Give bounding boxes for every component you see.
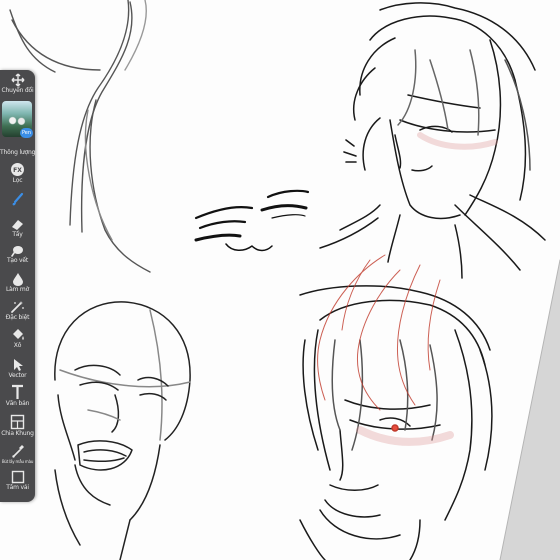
sketch-head-bottom-left: [54, 301, 191, 560]
svg-text:FX: FX: [13, 167, 22, 174]
tool-canvas[interactable]: Tấm vải: [0, 470, 35, 491]
eraser-icon: [12, 220, 23, 230]
tool-eraser-label: Tẩy: [12, 231, 23, 238]
tool-layer-flow-label: Thông lượng: [0, 149, 36, 156]
drawing-canvas[interactable]: [0, 0, 560, 560]
canvas-square-icon: [11, 470, 24, 484]
tool-text-label: Văn bản: [5, 400, 30, 407]
move-arrows-icon: [11, 73, 24, 87]
tool-special[interactable]: Đặc biệt: [0, 300, 35, 321]
sketch-head-bottom-right: [299, 285, 493, 560]
tool-eraser[interactable]: Tẩy: [0, 218, 35, 238]
tool-smudge-label: Tạo vết: [6, 257, 29, 264]
tool-blur[interactable]: Làm mờ: [0, 272, 35, 293]
tool-eyedropper[interactable]: Bút lấy mẫu màu: [0, 444, 35, 464]
text-t-icon: [12, 384, 23, 399]
tool-vector-label: Vector: [8, 372, 27, 379]
tool-special-label: Đặc biệt: [5, 314, 30, 321]
drawing-app-screen: Chuyển đổi Pen Thông lượng FX Lọc Tẩy Tạ…: [0, 0, 560, 560]
tool-transform-label: Chuyển đổi: [1, 87, 34, 94]
tool-fill[interactable]: Xô: [0, 328, 35, 349]
tool-frame-divider[interactable]: Chia Khung: [0, 414, 35, 437]
cursor-arrow-icon: [13, 359, 23, 371]
tool-fill-label: Xô: [13, 342, 22, 349]
tool-blur-label: Làm mờ: [5, 286, 30, 293]
sketch-eyes-doodle: [194, 189, 310, 252]
layer-thumbnail-image: [6, 115, 28, 129]
magic-wand-icon: [11, 301, 24, 313]
smudge-icon: [11, 246, 23, 257]
sketch-head-top-right: [319, 2, 546, 279]
tool-eyedropper-label: Bút lấy mẫu màu: [1, 459, 34, 464]
tool-filter-label: Lọc: [12, 177, 23, 184]
tool-layer-flow[interactable]: Thông lượng: [0, 149, 35, 156]
water-drop-icon: [12, 273, 23, 286]
layer-badge: Pen: [20, 128, 33, 138]
eyedropper-icon: [11, 445, 24, 458]
tool-frame-divider-label: Chia Khung: [1, 430, 34, 437]
brush-icon: [12, 192, 24, 206]
tool-vector[interactable]: Vector: [0, 358, 35, 379]
tool-transform[interactable]: Chuyển đổi: [0, 73, 35, 94]
tool-brush[interactable]: [0, 192, 35, 207]
tool-sidebar: Chuyển đổi Pen Thông lượng FX Lọc Tẩy Tạ…: [0, 70, 35, 502]
tool-text[interactable]: Văn bản: [0, 384, 35, 407]
tool-canvas-label: Tấm vải: [6, 484, 29, 491]
fx-icon: FX: [11, 163, 24, 176]
tool-smudge[interactable]: Tạo vết: [0, 244, 35, 264]
red-guide-lines: [317, 254, 441, 411]
paint-bucket-icon: [13, 329, 24, 340]
tool-filter[interactable]: FX Lọc: [0, 162, 35, 184]
frame-divider-icon: [10, 414, 25, 430]
